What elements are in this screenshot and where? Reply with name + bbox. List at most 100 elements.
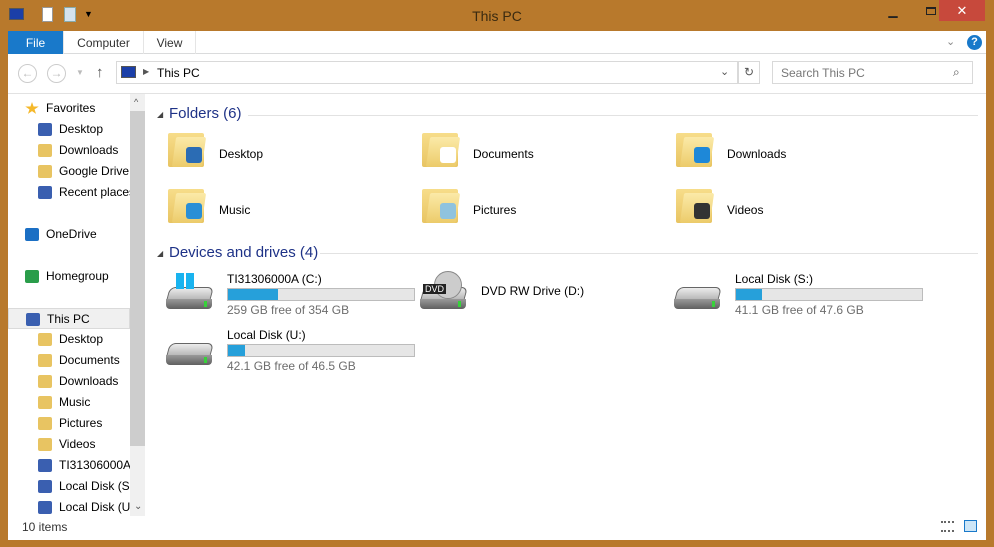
nav-item-downloads[interactable]: Downloads [8, 140, 130, 161]
folder-music[interactable]: Music [168, 183, 368, 231]
nav-item-desktop[interactable]: Desktop [8, 119, 130, 140]
nav-item-label: Pictures [59, 416, 103, 430]
breadcrumb-chevron-icon[interactable]: ▶ [143, 67, 149, 76]
drive-free-space: 42.1 GB free of 46.5 GB [227, 359, 356, 373]
music-folder-icon [38, 396, 52, 409]
forward-button[interactable]: → [47, 64, 66, 83]
folder-pictures[interactable]: Pictures [422, 183, 622, 231]
nav-item-local-disk-s-[interactable]: Local Disk (S:) [8, 476, 130, 497]
nav-item-videos[interactable]: Videos [8, 434, 130, 455]
nav-item-this-pc[interactable]: This PC [8, 308, 130, 329]
computer-icon [26, 313, 40, 326]
downloads-folder-icon [676, 127, 715, 167]
close-button[interactable]: ✕ [939, 0, 985, 21]
folder-documents[interactable]: Documents [422, 127, 622, 175]
windows-drive-icon [38, 459, 52, 472]
drive-label: TI31306000A (C:) [227, 272, 322, 286]
search-icon[interactable]: ⌕ [953, 65, 960, 80]
nav-scrollbar-thumb[interactable] [130, 111, 145, 446]
tab-computer[interactable]: Computer [64, 31, 144, 54]
music-folder-icon [168, 183, 207, 223]
nav-item-homegroup[interactable]: Homegroup [8, 266, 130, 287]
search-input[interactable]: Search This PC [772, 61, 973, 84]
nav-item-recent-places[interactable]: Recent places [8, 182, 130, 203]
nav-item-documents[interactable]: Documents [8, 350, 130, 371]
drives-section-header[interactable]: Devices and drives (4) [169, 244, 318, 261]
recent-places-icon [38, 186, 52, 199]
nav-item-desktop[interactable]: Desktop [8, 329, 130, 350]
folder-label: Pictures [473, 203, 517, 217]
downloads-folder-icon [38, 375, 52, 388]
refresh-button[interactable]: ↻ [738, 61, 760, 84]
drive-icon [38, 501, 52, 514]
desktop-icon [38, 123, 52, 136]
divider [8, 93, 986, 94]
nav-item-local-disk-u-[interactable]: Local Disk (U:) [8, 497, 130, 516]
large-icons-view-icon[interactable] [964, 520, 977, 532]
nav-item-music[interactable]: Music [8, 392, 130, 413]
downloads-folder-icon [38, 144, 52, 157]
nav-item-label: OneDrive [46, 227, 97, 241]
navigation-pane: Favorites Desktop Downloads Google Drive Rec… [8, 94, 145, 516]
up-button[interactable]: ↑ [96, 64, 104, 81]
nav-item-label: Google Drive [59, 164, 130, 178]
desktop-folder-icon [168, 127, 207, 167]
dvd-badge: DVD [423, 284, 447, 294]
minimize-button[interactable]: ▁ [880, 4, 906, 20]
hard-drive-icon [674, 281, 722, 311]
expand-ribbon-icon[interactable]: ⌄ [946, 35, 955, 48]
nav-item-label: Downloads [59, 143, 119, 157]
nav-item-label: Homegroup [46, 269, 109, 283]
folders-section-header[interactable]: Folders (6) [169, 105, 242, 122]
pictures-folder-icon [38, 417, 52, 430]
google-drive-folder-icon [38, 165, 52, 178]
drives-collapse-icon[interactable]: ◢ [157, 249, 163, 258]
drive-item[interactable]: TI31306000A (C:) 259 GB free of 354 GB [166, 267, 416, 317]
drive-item[interactable]: Local Disk (U:) 42.1 GB free of 46.5 GB [166, 323, 416, 373]
nav-item-pictures[interactable]: Pictures [8, 413, 130, 434]
folder-downloads[interactable]: Downloads [676, 127, 876, 175]
nav-item-label: Downloads [59, 374, 119, 388]
nav-item-label: Music [59, 395, 91, 409]
nav-item-label: Desktop [59, 332, 104, 346]
computer-icon [121, 66, 136, 78]
folder-label: Documents [473, 147, 534, 161]
drive-item[interactable]: Local Disk (S:) 41.1 GB free of 47.6 GB [674, 267, 924, 317]
scroll-down-icon[interactable]: ⌄ [134, 501, 142, 512]
drive-usage-fill [228, 289, 279, 300]
documents-folder-icon [422, 127, 461, 167]
nav-item-onedrive[interactable]: OneDrive [8, 224, 130, 245]
help-icon[interactable]: ? [967, 35, 982, 50]
details-view-icon[interactable] [941, 521, 954, 532]
nav-item-google-drive[interactable]: Google Drive [8, 161, 130, 182]
drive-usage-bar [735, 288, 923, 301]
nav-item-downloads[interactable]: Downloads [8, 371, 130, 392]
drive-item[interactable]: DVD DVD RW Drive (D:) [420, 267, 670, 317]
drive-usage-fill [736, 289, 763, 300]
divider [320, 253, 978, 254]
breadcrumb-this-pc[interactable]: This PC [157, 66, 200, 80]
drive-label: Local Disk (U:) [227, 328, 306, 342]
desktop-folder-icon [38, 333, 52, 346]
drive-usage-fill [228, 345, 245, 356]
drive-free-space: 41.1 GB free of 47.6 GB [735, 303, 864, 317]
scroll-up-icon[interactable]: ^ [134, 97, 138, 107]
address-bar[interactable]: ▶ This PC ⌄ [116, 61, 738, 84]
folder-desktop[interactable]: Desktop [168, 127, 368, 175]
pictures-folder-icon [422, 183, 461, 223]
recent-locations-icon[interactable]: ▼ [76, 68, 84, 77]
tab-file[interactable]: File [8, 31, 64, 54]
folders-collapse-icon[interactable]: ◢ [157, 110, 163, 119]
back-button[interactable]: ← [18, 64, 37, 83]
nav-item-ti31306000a[interactable]: TI31306000A [8, 455, 130, 476]
status-bar: 10 items [8, 516, 986, 540]
nav-item-label: Documents [59, 353, 120, 367]
folder-videos[interactable]: Videos [676, 183, 876, 231]
tab-view[interactable]: View [144, 31, 196, 54]
address-dropdown-icon[interactable]: ⌄ [720, 65, 729, 78]
window-title: This PC [472, 8, 522, 24]
nav-item-label: Favorites [46, 101, 96, 115]
nav-item-favorites[interactable]: Favorites [8, 98, 130, 119]
ribbon-tabs: File Computer View ⌄ ? [8, 31, 986, 54]
folder-label: Videos [727, 203, 764, 217]
